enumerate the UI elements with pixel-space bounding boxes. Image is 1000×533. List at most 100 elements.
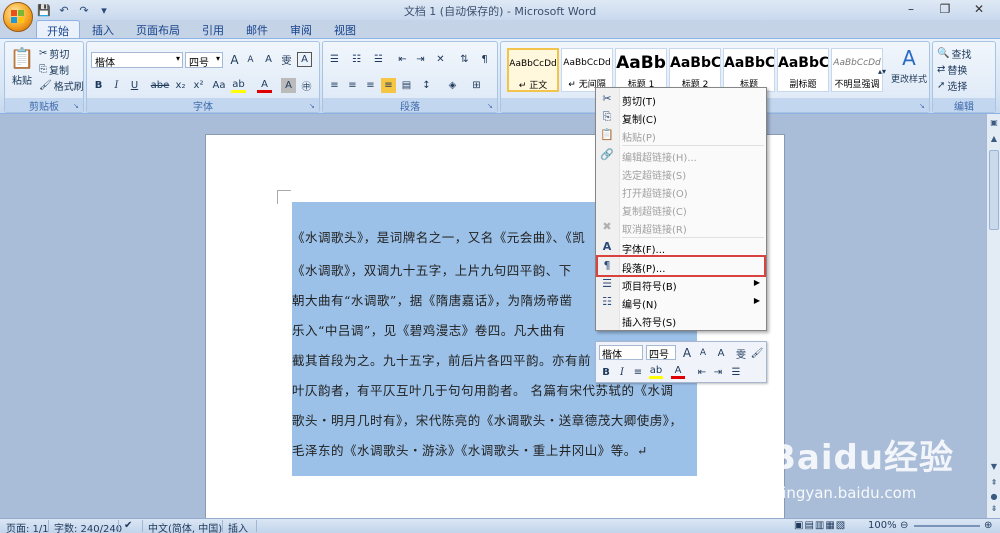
zoom-out-icon[interactable]: ⊖ — [900, 520, 908, 531]
mini-highlight-button[interactable]: ab — [649, 365, 663, 379]
styles-launcher-icon[interactable]: ↘ — [919, 102, 927, 110]
document-line[interactable]: 歌头・明月几时有》，宋代陈亮的《水调歌头・送章德茂大卿使虏》， — [292, 410, 683, 429]
select-button[interactable]: ➚ 选择 — [937, 78, 967, 93]
menu-item-copy[interactable]: ⎘ 复制(C) — [596, 108, 766, 126]
strikethrough-button[interactable]: abe — [149, 78, 171, 93]
font-name-combo[interactable]: 楷体 ▾ — [91, 52, 183, 69]
align-center-icon[interactable]: ≡ — [345, 78, 360, 93]
document-line[interactable]: 截其首段为之。九十五字，前后片各四平韵。亦有前 — [292, 350, 591, 369]
numbering-icon[interactable]: ☷ — [349, 52, 364, 67]
char-border-button[interactable]: A — [297, 52, 312, 67]
enclose-char-button[interactable]: ㊥ — [299, 78, 314, 93]
justify-icon[interactable]: ≡ — [381, 78, 396, 93]
show-marks-icon[interactable]: ¶ — [477, 52, 492, 67]
mini-italic-button[interactable]: I — [615, 365, 629, 379]
menu-item-remove-hyperlink[interactable]: ✖ 取消超链接(R) — [596, 218, 766, 236]
menu-item-copy-hyperlink[interactable]: 复制超链接(C) — [596, 200, 766, 218]
bullets-icon[interactable]: ☰ — [327, 52, 342, 67]
distributed-icon[interactable]: ▤ — [399, 78, 414, 93]
mini-font-size-combo[interactable]: 四号 — [646, 345, 676, 361]
style-heading-2[interactable]: AaBbC 标题 2 — [669, 48, 721, 92]
menu-item-edit-hyperlink[interactable]: 🔗 编辑超链接(H)... — [596, 146, 766, 164]
page-count[interactable]: 页面: 1/1 — [6, 520, 49, 533]
underline-button[interactable]: U — [127, 78, 142, 93]
cut-button[interactable]: ✂ 剪切 — [39, 46, 69, 61]
increase-indent-icon[interactable]: ⇥ — [413, 52, 428, 67]
chinese-layout-icon[interactable]: ✕ — [433, 52, 448, 67]
copy-button[interactable]: ⎘ 复制 — [39, 62, 69, 77]
mini-font-color-button[interactable]: A — [671, 365, 685, 379]
ruler-toggle-icon[interactable]: ▣ — [988, 118, 1000, 130]
menu-item-open-hyperlink[interactable]: 打开超链接(O) — [596, 182, 766, 200]
sort-icon[interactable]: ⇅ — [457, 52, 472, 67]
line-spacing-icon[interactable]: ↕ — [419, 78, 434, 93]
grow-font-button[interactable]: A — [227, 52, 242, 67]
tab-mailings[interactable]: 邮件 — [236, 20, 278, 38]
mini-increase-indent-button[interactable]: ⇥ — [711, 365, 725, 379]
multilevel-list-icon[interactable]: ☱ — [371, 52, 386, 67]
tab-review[interactable]: 审阅 — [280, 20, 322, 38]
subscript-button[interactable]: x₂ — [173, 78, 188, 93]
borders-icon[interactable]: ⊞ — [469, 78, 484, 93]
menu-item-cut[interactable]: ✂ 剪切(T) — [596, 90, 766, 108]
style-no-spacing[interactable]: AaBbCcDd ↵ 无间隔 — [561, 48, 613, 92]
minimize-button[interactable]: – — [894, 0, 928, 18]
font-size-combo[interactable]: 四号 ▾ — [185, 52, 223, 69]
document-line[interactable]: 朝大曲有“水调歌”，据《隋唐嘉话》，为隋炀帝凿 — [292, 290, 573, 309]
menu-item-paste[interactable]: 📋 粘贴(P) — [596, 126, 766, 144]
replace-button[interactable]: ⇄ 替换 — [937, 62, 967, 77]
menu-item-insert-symbol[interactable]: 插入符号(S) — [596, 311, 766, 329]
decrease-indent-icon[interactable]: ⇤ — [395, 52, 410, 67]
zoom-level[interactable]: 100% — [868, 520, 897, 531]
tab-view[interactable]: 视图 — [324, 20, 366, 38]
font-launcher-icon[interactable]: ↘ — [309, 102, 317, 110]
highlight-color-button[interactable]: ab — [231, 78, 246, 93]
mini-font-name-combo[interactable]: 楷体 — [599, 345, 643, 361]
document-line[interactable]: 乐入“中吕调”，见《碧鸡漫志》卷四。凡大曲有 — [292, 320, 566, 339]
change-case-button[interactable]: Aa — [209, 78, 229, 93]
restore-button[interactable]: ❐ — [928, 0, 962, 18]
char-shading-button[interactable]: A — [281, 78, 296, 93]
menu-item-font[interactable]: A 字体(F)... — [596, 238, 766, 256]
font-color-button[interactable]: A — [257, 78, 272, 93]
mini-shrink-font-button[interactable]: A — [696, 346, 710, 360]
menu-item-select-hyperlink[interactable]: 选定超链接(S) — [596, 164, 766, 182]
tab-page-layout[interactable]: 页面布局 — [126, 20, 190, 38]
close-button[interactable]: ✕ — [962, 0, 996, 18]
tab-home[interactable]: 开始 — [36, 20, 80, 38]
insert-mode[interactable]: 插入 — [228, 520, 248, 533]
mini-bullets-button[interactable]: ☰ — [729, 365, 743, 379]
mini-center-button[interactable]: ≡ — [631, 365, 645, 379]
change-styles-button[interactable]: A 更改样式 — [889, 46, 929, 85]
scroll-up-icon[interactable]: ▲ — [988, 134, 1000, 146]
tab-insert[interactable]: 插入 — [82, 20, 124, 38]
office-button[interactable] — [3, 2, 33, 32]
align-left-icon[interactable]: ≡ — [327, 78, 342, 93]
document-line[interactable]: 毛泽东的《水调歌头・游泳》《水调歌头・重上井冈山》等。↵ — [292, 440, 648, 459]
mini-grow-font-button[interactable]: A — [680, 346, 694, 360]
clear-format-button[interactable]: A — [261, 52, 276, 67]
paste-button[interactable]: 📋 粘贴 — [9, 46, 35, 87]
menu-item-bullets[interactable]: ☰ 项目符号(B) ▶ — [596, 275, 766, 293]
mini-phonetic-button[interactable]: 雯 — [734, 346, 748, 361]
view-buttons[interactable]: ▣▤▥▦▧ — [794, 520, 846, 531]
tab-references[interactable]: 引用 — [192, 20, 234, 38]
zoom-in-icon[interactable]: ⊕ — [984, 520, 992, 531]
zoom-slider[interactable] — [914, 525, 980, 527]
mini-styles-button[interactable]: A — [714, 346, 728, 360]
style-subtitle[interactable]: AaBbC 副标题 — [777, 48, 829, 92]
mini-format-painter-icon[interactable]: 🖌 — [750, 346, 764, 360]
document-line[interactable]: 《水调歌》，双调九十五字，上片九句四平韵、下 — [292, 260, 572, 279]
align-right-icon[interactable]: ≡ — [363, 78, 378, 93]
paragraph-launcher-icon[interactable]: ↘ — [487, 102, 495, 110]
style-normal[interactable]: AaBbCcDd ↵ 正文 — [507, 48, 559, 92]
menu-item-numbering[interactable]: ☷ 编号(N) ▶ — [596, 293, 766, 311]
word-count[interactable]: 字数: 240/240 — [54, 520, 122, 533]
shading-icon[interactable]: ◈ — [445, 78, 460, 93]
find-button[interactable]: 🔍 查找 — [937, 46, 971, 61]
spellcheck-icon[interactable]: ✔ — [124, 520, 132, 531]
superscript-button[interactable]: x² — [191, 78, 206, 93]
document-line[interactable]: 《水调歌头》，是词牌名之一，又名《元会曲》、《凯 — [292, 227, 585, 246]
phonetic-guide-button[interactable]: 雯 — [279, 52, 294, 67]
style-heading-1[interactable]: AaBb 标题 1 — [615, 48, 667, 92]
